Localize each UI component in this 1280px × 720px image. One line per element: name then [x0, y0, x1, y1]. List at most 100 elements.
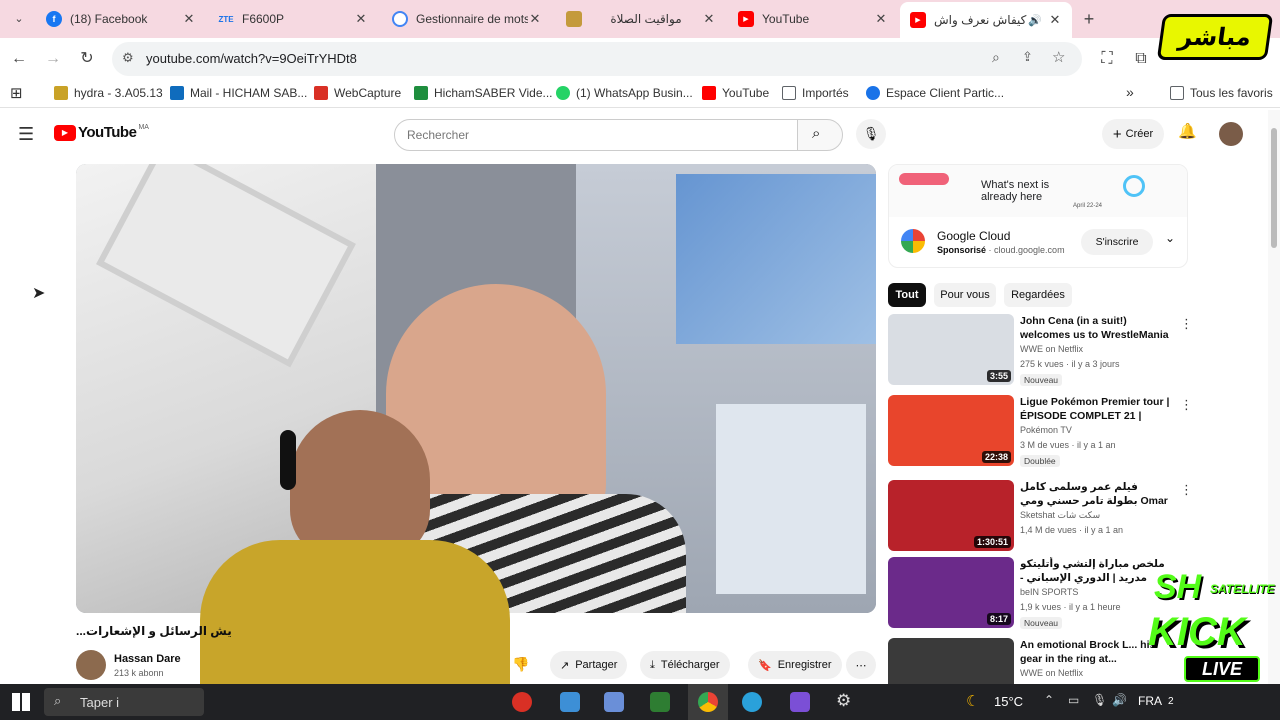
google-password-icon — [392, 11, 408, 27]
more-vert-icon[interactable]: ⋮ — [1180, 482, 1193, 498]
download-button[interactable]: ⤓ Télécharger — [640, 651, 730, 679]
address-bar[interactable]: ⚙ youtube.com/watch?v=9OeiTrYHDt8 ⌕ ⇪ ☆ — [112, 42, 1082, 76]
install-icon[interactable]: ⇪ — [1022, 49, 1033, 65]
recommendation-title[interactable]: فيلم عمر وسلمى كامل بطولة تامر حسني ومي … — [1020, 480, 1170, 508]
video-thumbnail[interactable] — [888, 638, 1014, 684]
tab-search-icon[interactable]: ⌄ — [8, 8, 30, 30]
taskbar-search[interactable]: ⌕ Taper i — [44, 688, 204, 716]
close-icon[interactable]: ✕ — [874, 11, 888, 27]
tab-strip: ⌄ f (18) Facebook ✕ ZTE F6600P ✕ Gestion… — [0, 0, 1280, 38]
scrollbar-thumb[interactable] — [1271, 128, 1277, 248]
new-tab-icon[interactable]: + — [1078, 8, 1100, 30]
recommendation-item[interactable]: 1:30:51 فيلم عمر وسلمى كامل بطولة تامر ح… — [888, 480, 1193, 552]
recommendation-channel[interactable]: beIN SPORTS — [1020, 587, 1078, 597]
video-thumbnail[interactable]: 8:17 — [888, 557, 1014, 628]
recommendation-title[interactable]: Ligue Pokémon Premier tour | ÉPISODE COM… — [1020, 395, 1170, 423]
back-icon[interactable]: ← — [8, 48, 30, 70]
close-icon[interactable]: ✕ — [354, 11, 368, 27]
menu-icon[interactable]: ☰ — [18, 124, 34, 145]
tab-password-manager[interactable]: Gestionnaire de mots ✕ — [382, 4, 552, 34]
chip-for-you[interactable]: Pour vous — [934, 283, 996, 307]
tab-facebook[interactable]: f (18) Facebook ✕ — [36, 4, 206, 34]
video-thumbnail[interactable]: 3:55 — [888, 314, 1014, 385]
close-icon[interactable]: ✕ — [182, 11, 196, 27]
bookmark-hichamsaber[interactable]: HichamSABER Vide... — [414, 86, 553, 100]
channel-avatar[interactable] — [76, 650, 106, 680]
url-text[interactable]: youtube.com/watch?v=9OeiTrYHDt8 — [146, 51, 357, 66]
tab-active-video[interactable]: ▶ كيفاش نعرف واش 🔊 ✕ — [900, 2, 1072, 38]
bookmark-espace-client[interactable]: Espace Client Partic... — [866, 86, 1004, 100]
app-icon[interactable] — [790, 692, 810, 712]
more-vert-icon[interactable]: ⋮ — [1180, 397, 1193, 413]
microphone-icon[interactable]: 🎙 — [1092, 693, 1107, 707]
bookmark-webcapture[interactable]: WebCapture — [314, 86, 401, 100]
microphone-icon[interactable]: 🎙 — [856, 119, 886, 149]
taskbar-active-app[interactable] — [688, 684, 728, 720]
app-icon[interactable] — [512, 692, 532, 712]
volume-icon[interactable]: 🔊 — [1112, 693, 1127, 707]
bookmark-star-icon[interactable]: ☆ — [1052, 48, 1065, 66]
chevron-up-icon[interactable]: ⌃ — [1044, 693, 1054, 707]
search-input[interactable]: Rechercher — [394, 119, 798, 151]
all-bookmarks-folder[interactable]: Tous les favoris — [1170, 86, 1273, 100]
bookmark-youtube[interactable]: YouTube — [702, 86, 769, 100]
bookmark-whatsapp[interactable]: (1) WhatsApp Busin... — [556, 86, 693, 100]
tab-prayer-times[interactable]: مواقيت الصلاة ✕ — [556, 4, 726, 34]
language-indicator[interactable]: FRA — [1138, 694, 1162, 708]
tab-youtube[interactable]: ▶ YouTube ✕ — [728, 4, 898, 34]
recommendation-channel[interactable]: WWE on Netflix — [1020, 344, 1083, 354]
close-icon[interactable]: ✕ — [702, 11, 716, 27]
taskbar-clock[interactable]: 2 — [1168, 696, 1174, 707]
dislike-icon[interactable]: 👎 — [512, 656, 529, 673]
network-icon[interactable]: ▭ — [1068, 693, 1079, 707]
site-info-icon[interactable]: ⚙ — [122, 50, 134, 66]
close-icon[interactable]: ✕ — [1048, 12, 1062, 28]
more-actions-button[interactable]: ⋯ — [846, 651, 876, 679]
telegram-icon[interactable] — [742, 692, 762, 712]
notifications-icon[interactable]: 🔔 — [1178, 122, 1197, 140]
recommendation-item[interactable]: 22:38 Ligue Pokémon Premier tour | ÉPISO… — [888, 395, 1193, 467]
recommendation-channel[interactable]: WWE on Netflix — [1020, 668, 1083, 678]
chip-watched[interactable]: Regardées — [1004, 283, 1072, 307]
ad-card[interactable]: What's next is already here April 22-24 … — [888, 164, 1188, 268]
app-icon[interactable] — [650, 692, 670, 712]
bookmark-hydra[interactable]: hydra - 3.A05.13 — [54, 86, 163, 100]
create-button[interactable]: + Créer — [1102, 119, 1164, 149]
calculator-icon[interactable] — [604, 692, 624, 712]
zoom-icon[interactable]: ⌕ — [992, 49, 1000, 66]
more-bookmarks-icon[interactable]: » — [1126, 84, 1134, 100]
windows-start-icon[interactable] — [12, 693, 30, 711]
settings-icon[interactable]: ⚙ — [836, 691, 851, 711]
more-vert-icon[interactable]: ⋮ — [1180, 316, 1193, 332]
tab-f6600p[interactable]: ZTE F6600P ✕ — [208, 4, 378, 34]
avatar[interactable] — [1219, 122, 1243, 146]
forward-icon[interactable]: → — [42, 48, 64, 70]
chip-all[interactable]: Tout — [888, 283, 926, 307]
recommendation-channel[interactable]: Pokémon TV — [1020, 425, 1072, 435]
recommendation-channel[interactable]: Sketshat سكت شات — [1020, 510, 1100, 521]
apps-icon[interactable]: ⊞ — [10, 84, 23, 102]
app-icon[interactable] — [560, 692, 580, 712]
bookmark-folder-imported[interactable]: Importés — [782, 86, 849, 100]
share-button[interactable]: ↗ Partager — [550, 651, 628, 679]
video-thumbnail[interactable]: 1:30:51 — [888, 480, 1014, 551]
recommendation-title[interactable]: John Cena (in a suit!) welcomes us to Wr… — [1020, 314, 1170, 342]
channel-name[interactable]: Hassan Dare — [114, 653, 181, 665]
search-placeholder: Taper i — [80, 695, 120, 710]
weather-temperature[interactable]: 15°C — [994, 694, 1023, 709]
search-button[interactable]: ⌕ — [797, 119, 843, 151]
close-icon[interactable]: ✕ — [528, 11, 542, 27]
bookmark-mail[interactable]: Mail - HICHAM SAB... — [170, 86, 307, 100]
reload-icon[interactable]: ↻ — [76, 48, 98, 70]
recommendation-item[interactable]: 3:55 John Cena (in a suit!) welcomes us … — [888, 314, 1193, 386]
chevron-down-icon[interactable]: ⌄ — [1165, 231, 1175, 245]
youtube-logo[interactable]: ▶ YouTube MA — [54, 124, 149, 141]
subscribe-button[interactable]: S'inscrire — [1081, 229, 1153, 255]
search-icon: ⌕ — [812, 125, 821, 142]
save-button[interactable]: 🔖 Enregistrer — [748, 651, 842, 679]
tab-title: كيفاش نعرف واش — [934, 13, 1027, 27]
screenshot-icon[interactable]: ⛶ — [1096, 48, 1118, 70]
extensions-icon[interactable]: ⧉ — [1130, 48, 1152, 70]
speaker-icon[interactable]: 🔊 — [1028, 14, 1042, 27]
video-thumbnail[interactable]: 22:38 — [888, 395, 1014, 466]
